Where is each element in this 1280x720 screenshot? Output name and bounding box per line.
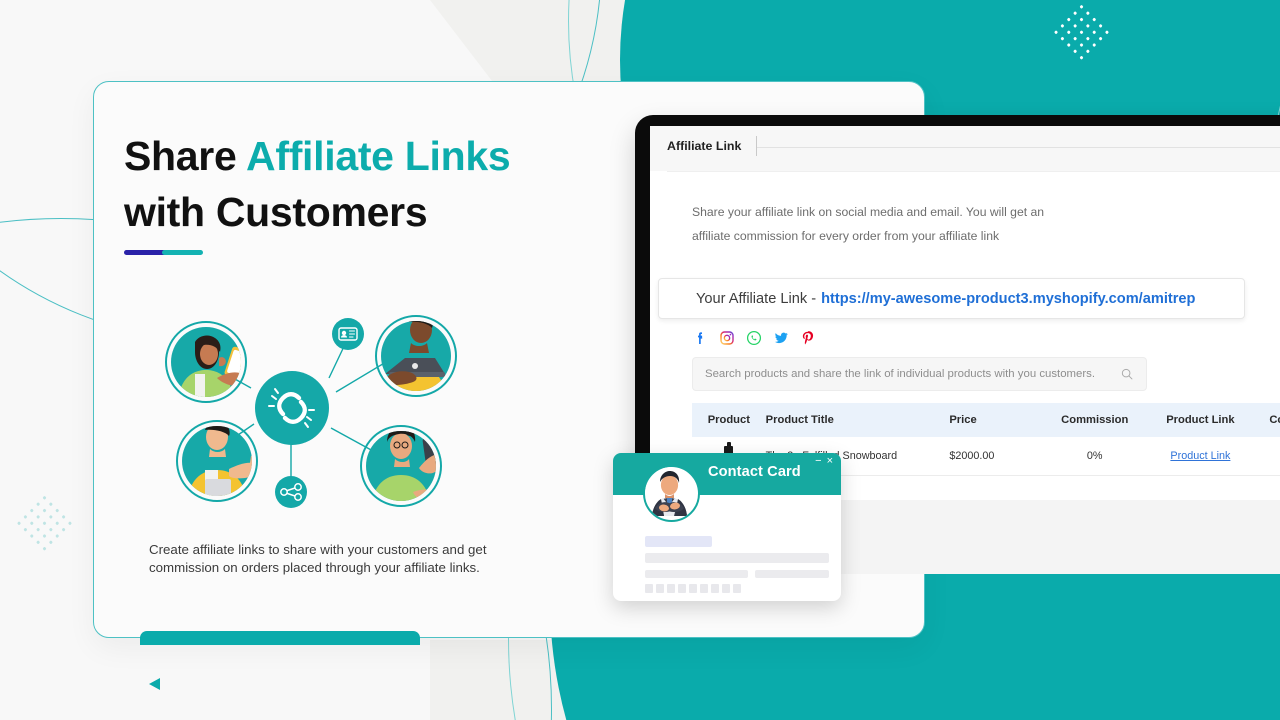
title-underline-teal (162, 250, 203, 255)
product-search-bar[interactable]: Search products and share the link of in… (692, 357, 1147, 391)
contact-placeholder-line-2b (755, 570, 829, 578)
app-content-card: Share your affiliate link on social medi… (658, 171, 1280, 500)
app-tabbar: Affiliate Link (650, 126, 1280, 171)
whatsapp-icon[interactable] (746, 330, 762, 346)
cell-price: $2000.00 (949, 450, 995, 462)
contact-placeholder-square (733, 584, 741, 593)
contact-card-popup[interactable]: Contact Card − × (613, 453, 841, 601)
pinterest-icon[interactable] (800, 330, 816, 346)
triangle-marker-icon (149, 678, 160, 690)
th-product: Product (707, 414, 750, 426)
search-icon[interactable] (1120, 367, 1134, 381)
app-blurb: Share your affiliate link on social medi… (692, 200, 1162, 248)
twitter-icon[interactable] (773, 330, 789, 346)
contact-placeholder-square (678, 584, 686, 593)
contact-card-title: Contact Card (708, 464, 801, 480)
contact-placeholder-square (711, 584, 719, 593)
screenshot-stage: Share Affiliate Links with Customers Cre… (0, 0, 1280, 720)
headline-accent: Affiliate Links (246, 133, 511, 179)
facebook-icon[interactable] (692, 330, 708, 346)
affiliate-network-illustration (133, 296, 481, 514)
page-title: Share Affiliate Links with Customers (124, 128, 644, 240)
th-product-link: Product Link (1166, 414, 1235, 426)
contact-card-window-controls: − × (815, 456, 833, 467)
affiliate-link-url[interactable]: https://my-awesome-product3.myshopify.co… (821, 291, 1195, 307)
hero-body-text: Create affiliate links to share with you… (149, 542, 487, 575)
th-copy-link: Copy Link (1269, 414, 1280, 426)
social-share-row (692, 330, 816, 346)
cell-commission: 0% (1086, 450, 1103, 462)
contact-placeholder-line-1 (645, 553, 829, 563)
app-blurb-line-2: affiliate commission for every order fro… (692, 229, 1000, 243)
th-commission: Commission (1061, 414, 1129, 426)
th-price: Price (949, 414, 977, 426)
avatar (643, 465, 700, 522)
headline-part-1: Share (124, 133, 247, 179)
contact-placeholder-line-2a (645, 570, 748, 578)
affiliate-link-label: Your Affiliate Link - (696, 290, 817, 307)
contact-placeholder-square (645, 584, 653, 593)
tab-divider (756, 136, 757, 156)
contact-placeholder-square (656, 584, 664, 593)
minimize-icon[interactable]: − (815, 456, 821, 467)
th-product-title: Product Title (765, 414, 834, 426)
hero-card-bottom-bar (140, 631, 420, 645)
close-icon[interactable]: × (827, 456, 833, 467)
contact-placeholder-square (667, 584, 675, 593)
contact-placeholder-square (689, 584, 697, 593)
contact-placeholder-squares (645, 584, 741, 593)
headline-part-2: with Customers (124, 189, 428, 235)
app-screen: Affiliate Link Share your affiliate link… (650, 126, 1280, 500)
table-header-row: Product Product Title Price Commission P… (692, 403, 1280, 437)
affiliate-link-box[interactable]: Your Affiliate Link - https://my-awesome… (658, 278, 1245, 319)
contact-placeholder-square (722, 584, 730, 593)
instagram-icon[interactable] (719, 330, 735, 346)
tab-affiliate-link[interactable]: Affiliate Link (667, 139, 741, 153)
app-blurb-line-1: Share your affiliate link on social medi… (692, 205, 1045, 219)
tab-rule (757, 147, 1280, 148)
search-input[interactable]: Search products and share the link of in… (705, 368, 1120, 380)
contact-placeholder-name (645, 536, 712, 547)
cell-product-link[interactable]: Product Link (1170, 450, 1230, 462)
contact-placeholder-square (700, 584, 708, 593)
